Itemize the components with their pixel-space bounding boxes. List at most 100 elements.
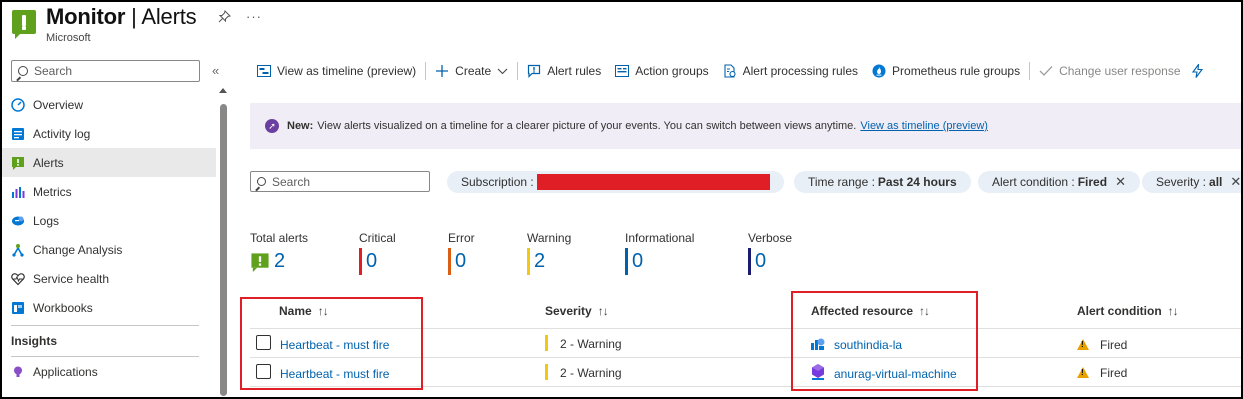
sort-icon: ↑↓: [919, 304, 930, 318]
toolbar-divider: [425, 62, 427, 80]
summary-error[interactable]: Error 0: [448, 231, 475, 275]
subscription-filter-pill[interactable]: Subscription :: [447, 171, 784, 193]
lightning-icon[interactable]: [1188, 59, 1203, 83]
sort-icon: ↑↓: [317, 304, 329, 318]
sidebar-item-alerts[interactable]: Alerts: [0, 148, 216, 177]
alert-condition-filter-pill[interactable]: Alert condition : Fired ✕: [978, 171, 1140, 193]
chevron-down-icon: [497, 68, 508, 75]
search-icon: [18, 66, 28, 76]
alerts-icon: [11, 156, 25, 170]
alert-condition-cell: Fired: [1100, 366, 1128, 380]
severity-warning-bar: [545, 335, 548, 351]
workbooks-icon: [11, 301, 25, 315]
page-subtitle: Microsoft: [46, 32, 91, 44]
activity-log-icon: [11, 127, 25, 141]
sidebar-item-metrics[interactable]: Metrics: [0, 177, 216, 206]
time-range-filter-pill[interactable]: Time range : Past 24 hours: [794, 171, 971, 193]
scroll-up-icon[interactable]: [219, 88, 227, 93]
alert-processing-rules-button[interactable]: Alert processing rules: [716, 59, 865, 83]
summary-warning[interactable]: Warning 2: [527, 231, 571, 275]
row-divider: [250, 386, 1243, 387]
sort-icon: ↑↓: [597, 304, 609, 318]
alerts-search-input[interactable]: Search: [250, 171, 430, 192]
more-options-icon[interactable]: ···: [246, 9, 262, 24]
alert-name-link[interactable]: Heartbeat - must fire: [280, 338, 389, 352]
action-groups-icon: [615, 64, 630, 78]
prometheus-icon: [872, 64, 886, 78]
remove-filter-icon[interactable]: ✕: [1230, 174, 1241, 190]
alert-condition-cell: Fired: [1100, 338, 1128, 352]
toolbar-divider: [1029, 62, 1031, 80]
sidebar-item-overview[interactable]: Overview: [0, 90, 216, 119]
summary-informational[interactable]: Informational 0: [625, 231, 694, 275]
severity-filter-pill[interactable]: Severity : all ✕: [1142, 171, 1243, 193]
alert-rules-icon: [527, 64, 541, 78]
row-checkbox[interactable]: [256, 335, 271, 350]
affected-resource-link[interactable]: anurag-virtual-machine: [834, 367, 957, 381]
severity-cell: 2 - Warning: [560, 337, 622, 351]
severity-cell: 2 - Warning: [560, 366, 622, 380]
create-button[interactable]: Create: [428, 59, 515, 83]
view-as-timeline-button[interactable]: View as timeline (preview): [250, 59, 423, 83]
info-banner: ➚ New: View alerts visualized on a timel…: [250, 103, 1243, 149]
sort-icon: ↑↓: [1167, 304, 1179, 318]
redacted-subscription: [536, 174, 770, 190]
sidebar-section-insights: Insights: [11, 334, 58, 348]
sidebar-item-applications[interactable]: Applications: [0, 357, 216, 386]
sidebar-item-activity-log[interactable]: Activity log: [0, 119, 216, 148]
sidebar-item-service-health[interactable]: Service health: [0, 264, 216, 293]
column-header-severity[interactable]: Severity ↑↓: [545, 304, 609, 318]
informational-bar: [625, 248, 628, 275]
severity-warning-bar: [545, 364, 548, 380]
toolbar-divider: [517, 62, 519, 80]
change-analysis-icon: [11, 243, 25, 257]
sidebar-nav: Overview Activity log Alerts Metrics Log…: [0, 90, 216, 386]
summary-critical[interactable]: Critical 0: [359, 231, 396, 275]
sidebar-item-workbooks[interactable]: Workbooks: [0, 293, 216, 322]
scrollbar-thumb[interactable]: [220, 104, 227, 396]
heart-icon: [11, 272, 25, 286]
row-checkbox[interactable]: [256, 364, 271, 379]
metrics-icon: [11, 185, 25, 199]
change-user-response-button[interactable]: Change user response: [1032, 59, 1187, 83]
logs-icon: [11, 214, 25, 228]
alert-name-link[interactable]: Heartbeat - must fire: [280, 367, 389, 381]
pin-icon[interactable]: [218, 10, 231, 26]
plus-icon: [435, 64, 449, 78]
timeline-icon: [257, 65, 271, 77]
column-header-affected-resource[interactable]: Affected resource ↑↓: [811, 304, 930, 318]
banner-timeline-link[interactable]: View as timeline (preview): [860, 120, 988, 132]
log-analytics-icon: [811, 336, 825, 350]
prometheus-rule-groups-button[interactable]: Prometheus rule groups: [865, 59, 1027, 83]
warning-icon: [1077, 339, 1089, 350]
monitor-alerts-icon: [12, 10, 36, 39]
remove-filter-icon[interactable]: ✕: [1115, 174, 1126, 190]
alert-rules-button[interactable]: Alert rules: [520, 59, 608, 83]
alerts-icon: [250, 252, 270, 272]
critical-bar: [359, 248, 362, 275]
virtual-machine-icon: [811, 364, 825, 380]
row-divider: [250, 357, 1243, 358]
warning-icon: [1077, 367, 1089, 378]
sidebar-search-input[interactable]: Search: [11, 60, 200, 82]
banner-text: View alerts visualized on a timeline for…: [317, 120, 857, 132]
search-icon: [257, 177, 266, 186]
checkmark-icon: [1039, 65, 1053, 77]
column-header-name[interactable]: Name ↑↓: [279, 304, 329, 318]
command-bar: View as timeline (preview) Create Alert …: [250, 59, 1203, 83]
summary-verbose[interactable]: Verbose 0: [748, 231, 792, 275]
collapse-sidebar-icon[interactable]: «: [212, 63, 219, 78]
alert-processing-rules-icon: [723, 64, 737, 78]
affected-resource-link[interactable]: southindia-la: [834, 338, 902, 352]
error-bar: [448, 248, 451, 275]
action-groups-button[interactable]: Action groups: [608, 59, 715, 83]
sidebar-item-logs[interactable]: Logs: [0, 206, 216, 235]
summary-total[interactable]: Total alerts 2: [250, 231, 308, 275]
row-divider: [250, 328, 1243, 329]
column-header-alert-condition[interactable]: Alert condition ↑↓: [1077, 304, 1179, 318]
overview-icon: [11, 97, 25, 112]
warning-bar: [527, 248, 530, 275]
verbose-bar: [748, 248, 751, 275]
sidebar-scrollbar[interactable]: [218, 88, 229, 398]
sidebar-item-change-analysis[interactable]: Change Analysis: [0, 235, 216, 264]
